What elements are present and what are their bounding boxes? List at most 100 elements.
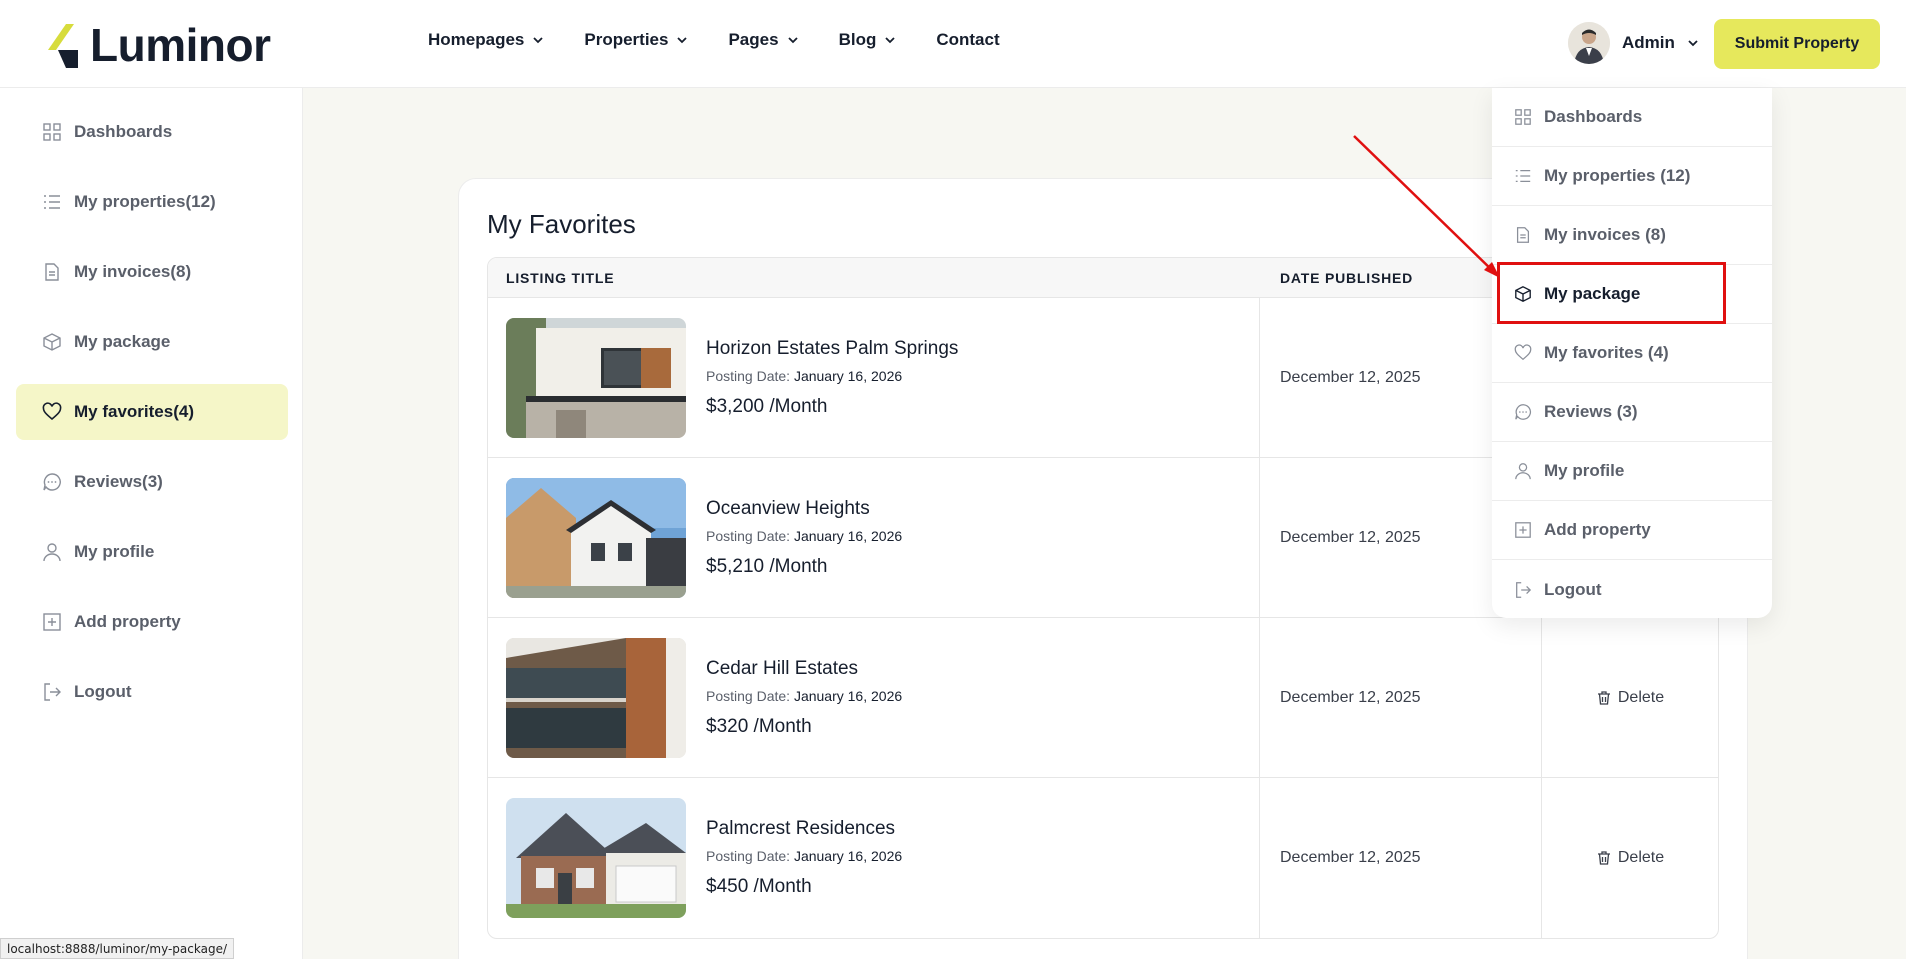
sidebar-item-add-property[interactable]: Add property bbox=[16, 594, 288, 650]
listing-info: Palmcrest Residences Posting Date: Janua… bbox=[706, 818, 902, 898]
sidebar-item-my-invoices[interactable]: My invoices(8) bbox=[16, 244, 288, 300]
sidebar-item-label: My invoices(8) bbox=[74, 262, 192, 281]
listing-cell: Palmcrest Residences Posting Date: Janua… bbox=[488, 778, 1260, 938]
chevron-down-icon bbox=[787, 37, 798, 44]
dropdown-item-dashboards[interactable]: Dashboards bbox=[1492, 88, 1772, 147]
package-icon bbox=[43, 333, 61, 351]
posting-date-value: January 16, 2026 bbox=[793, 367, 903, 384]
heart-icon bbox=[1514, 344, 1532, 361]
user-icon bbox=[1515, 463, 1531, 480]
property-price: $3,200 /Month bbox=[706, 395, 828, 417]
property-price: $320 /Month bbox=[706, 715, 812, 737]
delete-button[interactable]: Delete bbox=[1542, 778, 1718, 938]
sidebar-item-reviews[interactable]: Reviews(3) bbox=[16, 454, 288, 510]
posting-label: Posting Date: bbox=[706, 848, 791, 864]
date-published: December 12, 2025 bbox=[1260, 778, 1542, 938]
posting-label: Posting Date: bbox=[706, 367, 791, 384]
sidebar-item-label: Dashboards bbox=[74, 122, 173, 141]
annotation-arrow-icon bbox=[1353, 135, 1500, 278]
dropdown-item-add-property[interactable]: Add property bbox=[1492, 501, 1772, 560]
posting-date: Posting Date: January 16, 2026 bbox=[706, 528, 902, 544]
logo-text: Luminor bbox=[90, 19, 271, 71]
nav-label: Contact bbox=[936, 30, 1000, 49]
sidebar-item-my-profile[interactable]: My profile bbox=[16, 524, 288, 580]
logo[interactable]: Luminor bbox=[44, 18, 271, 72]
table-row: Palmcrest Residences Posting Date: Janua… bbox=[488, 778, 1718, 938]
nav-pages[interactable]: Pages bbox=[728, 30, 798, 50]
nav-label: Blog bbox=[838, 30, 877, 49]
nav-contact[interactable]: Contact bbox=[936, 30, 999, 50]
dropdown-item-label: My favorites (4) bbox=[1544, 343, 1669, 362]
property-image[interactable] bbox=[506, 477, 686, 598]
dropdown-item-label: My properties (12) bbox=[1544, 166, 1691, 185]
nav-blog[interactable]: Blog bbox=[839, 30, 897, 50]
property-title[interactable]: Horizon Estates Palm Springs bbox=[706, 338, 958, 360]
column-header-listing-title: LISTING TITLE bbox=[506, 269, 615, 286]
posting-label: Posting Date: bbox=[706, 527, 791, 544]
highlight-annotation-box bbox=[1497, 262, 1726, 324]
dropdown-item-logout[interactable]: Logout bbox=[1492, 560, 1772, 619]
posting-date-value: January 16, 2026 bbox=[793, 527, 903, 544]
chevron-down-icon bbox=[533, 37, 544, 44]
date-published: December 12, 2025 bbox=[1260, 618, 1542, 777]
sidebar-item-label: Reviews(3) bbox=[74, 472, 163, 491]
property-title[interactable]: Cedar Hill Estates bbox=[706, 658, 902, 680]
listing-cell: Oceanview Heights Posting Date: January … bbox=[488, 458, 1260, 617]
sidebar-item-my-properties[interactable]: My properties(12) bbox=[16, 174, 288, 230]
trash-icon bbox=[1597, 690, 1610, 705]
main-nav: Homepages Properties Pages Blog Contact bbox=[428, 30, 1000, 50]
file-icon bbox=[45, 263, 59, 281]
logout-icon bbox=[1516, 581, 1532, 598]
property-title[interactable]: Palmcrest Residences bbox=[706, 818, 902, 840]
delete-label: Delete bbox=[1617, 849, 1665, 866]
posting-date-value: January 16, 2026 bbox=[793, 687, 903, 704]
nav-label: Properties bbox=[584, 30, 669, 49]
posting-date-value: January 16, 2026 bbox=[793, 848, 903, 864]
listing-cell: Cedar Hill Estates Posting Date: January… bbox=[488, 618, 1260, 777]
logout-icon bbox=[44, 683, 61, 701]
property-price: $450 /Month bbox=[706, 876, 812, 897]
sidebar-item-label: My properties(12) bbox=[74, 192, 216, 211]
property-image[interactable] bbox=[506, 317, 686, 438]
sidebar-item-label: Add property bbox=[74, 612, 181, 631]
dropdown-item-label: Add property bbox=[1544, 520, 1651, 539]
property-title[interactable]: Oceanview Heights bbox=[706, 498, 902, 520]
dropdown-item-my-invoices[interactable]: My invoices (8) bbox=[1492, 206, 1772, 265]
admin-menu-toggle[interactable]: Admin bbox=[1568, 22, 1699, 64]
avatar bbox=[1568, 22, 1610, 64]
user-icon bbox=[43, 543, 61, 562]
dropdown-item-reviews[interactable]: Reviews (3) bbox=[1492, 383, 1772, 442]
dropdown-item-label: My invoices (8) bbox=[1544, 225, 1666, 244]
delete-label: Delete bbox=[1617, 688, 1665, 706]
sidebar-item-dashboards[interactable]: Dashboards bbox=[16, 104, 288, 160]
heart-icon bbox=[42, 402, 62, 421]
sidebar-item-my-package[interactable]: My package bbox=[16, 314, 288, 370]
listing-info: Oceanview Heights Posting Date: January … bbox=[706, 498, 902, 578]
chat-icon bbox=[43, 473, 61, 491]
sidebar-item-label: Logout bbox=[74, 682, 132, 701]
nav-homepages[interactable]: Homepages bbox=[428, 30, 544, 50]
property-image[interactable] bbox=[506, 637, 686, 758]
nav-properties[interactable]: Properties bbox=[584, 30, 688, 50]
posting-label: Posting Date: bbox=[706, 687, 791, 704]
dropdown-item-my-properties[interactable]: My properties (12) bbox=[1492, 147, 1772, 206]
admin-name: Admin bbox=[1622, 33, 1675, 52]
dropdown-item-my-profile[interactable]: My profile bbox=[1492, 442, 1772, 501]
plus-square-icon bbox=[1515, 522, 1531, 538]
nav-label: Pages bbox=[728, 30, 779, 49]
dashboard-sidebar: Dashboards My properties(12) My invoices… bbox=[0, 88, 303, 959]
dropdown-item-label: My profile bbox=[1544, 461, 1625, 480]
submit-property-button[interactable]: Submit Property bbox=[1714, 19, 1880, 69]
sidebar-item-logout[interactable]: Logout bbox=[16, 664, 288, 720]
sidebar-item-my-favorites[interactable]: My favorites(4) bbox=[16, 384, 288, 440]
file-icon bbox=[1516, 227, 1530, 243]
list-icon bbox=[1515, 169, 1531, 183]
dropdown-item-my-favorites[interactable]: My favorites (4) bbox=[1492, 324, 1772, 383]
posting-date: Posting Date: January 16, 2026 bbox=[706, 688, 902, 704]
dropdown-item-label: Dashboards bbox=[1544, 107, 1643, 126]
delete-button[interactable]: Delete bbox=[1542, 618, 1718, 777]
sidebar-item-label: My package bbox=[74, 332, 171, 351]
property-price: $5,210 /Month bbox=[706, 555, 828, 577]
property-image[interactable] bbox=[506, 798, 686, 918]
posting-date: Posting Date: January 16, 2026 bbox=[706, 368, 958, 384]
